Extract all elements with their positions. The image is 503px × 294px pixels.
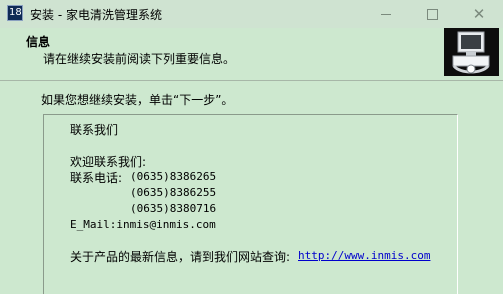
app-icon-text: 18 bbox=[9, 7, 22, 18]
website-text: 关于产品的最新信息，请到我们网站查询: bbox=[70, 250, 291, 264]
installer-computer-icon bbox=[444, 28, 499, 76]
window-title: 安装 - 家电清洗管理系统 bbox=[30, 8, 162, 22]
email-text: E_Mail:inmis@inmis.com bbox=[70, 218, 216, 231]
minimize-button[interactable] bbox=[363, 0, 409, 28]
maximize-icon bbox=[426, 8, 438, 20]
phone-number: (0635)8386265 bbox=[130, 170, 217, 183]
page-subtitle: 请在继续安装前阅读下列重要信息。 bbox=[43, 52, 236, 66]
info-memo-box[interactable]: 联系我们 欢迎联系我们: 联系电话: (0635)8386265 (0635)8… bbox=[43, 114, 458, 294]
phone-label: 联系电话: bbox=[70, 171, 123, 185]
phone-number: (0635)8380716 bbox=[130, 202, 217, 215]
page-title: 信息 bbox=[26, 35, 51, 49]
welcome-text: 欢迎联系我们: bbox=[70, 155, 147, 169]
maximize-button[interactable] bbox=[409, 0, 455, 28]
close-button[interactable]: ✕ bbox=[456, 0, 502, 28]
minimize-icon bbox=[381, 13, 391, 15]
instruction-text: 如果您想继续安装，单击“下一步”。 bbox=[41, 93, 234, 107]
contact-heading: 联系我们 bbox=[70, 123, 119, 137]
close-icon: ✕ bbox=[472, 5, 486, 23]
title-bar: 18 安装 - 家电清洗管理系统 ✕ bbox=[0, 0, 503, 28]
phone-number: (0635)8386255 bbox=[130, 186, 217, 199]
wizard-header: 信息 请在继续安装前阅读下列重要信息。 bbox=[0, 28, 503, 81]
wizard-content: 如果您想继续安装，单击“下一步”。 联系我们 欢迎联系我们: 联系电话: (06… bbox=[0, 81, 503, 294]
app-icon: 18 bbox=[7, 5, 23, 21]
website-link[interactable]: http://www.inmis.com bbox=[298, 249, 430, 262]
